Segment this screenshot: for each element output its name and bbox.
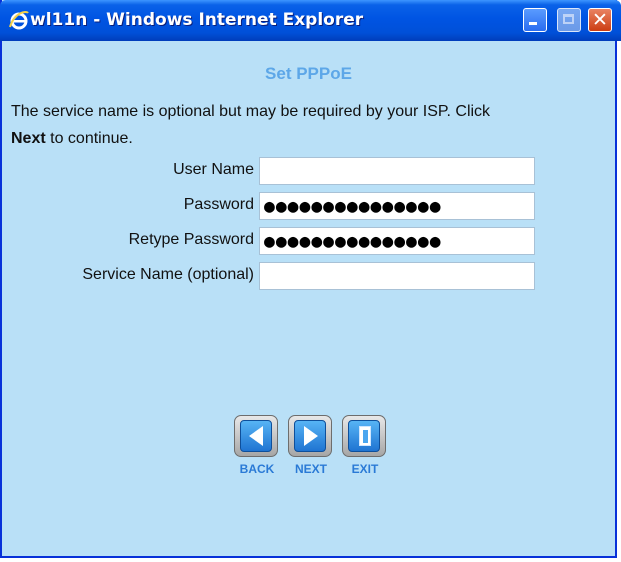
close-button[interactable]: ✕: [588, 8, 612, 32]
browser-window: wl11n - Windows Internet Explorer ✕ Set …: [0, 0, 621, 558]
next-arrow-icon: [294, 420, 326, 452]
service-name-row: Service Name (optional): [2, 262, 615, 290]
instruction-next-bold: Next: [11, 130, 46, 147]
service-name-label: Service Name (optional): [82, 266, 254, 283]
page-title: Set PPPoE: [265, 64, 352, 83]
back-label[interactable]: BACK: [227, 462, 287, 476]
user-name-input[interactable]: [259, 157, 535, 185]
instruction-text-before: The service name is optional but may be …: [11, 103, 491, 120]
wizard-navigation: BACK NEXT EXIT: [233, 415, 393, 485]
user-name-row: User Name: [2, 157, 615, 185]
back-button-face[interactable]: [234, 415, 278, 457]
password-row: Password: [2, 192, 615, 220]
ie-logo-icon: [9, 10, 29, 30]
instruction-text: The service name is optional but may be …: [11, 98, 611, 152]
minimize-icon: [529, 22, 537, 25]
retype-password-input[interactable]: [259, 227, 535, 255]
minimize-button[interactable]: [523, 8, 547, 32]
back-arrow-icon: [240, 420, 272, 452]
password-input[interactable]: [259, 192, 535, 220]
maximize-icon: [563, 14, 574, 24]
next-label[interactable]: NEXT: [281, 462, 341, 476]
user-name-label: User Name: [173, 161, 254, 178]
exit-button-face[interactable]: [342, 415, 386, 457]
title-bar[interactable]: wl11n - Windows Internet Explorer ✕: [0, 0, 621, 41]
maximize-button[interactable]: [557, 8, 581, 32]
close-icon: ✕: [592, 9, 608, 31]
service-name-input[interactable]: [259, 262, 535, 290]
password-label: Password: [183, 196, 254, 213]
next-button-face[interactable]: [288, 415, 332, 457]
exit-label[interactable]: EXIT: [335, 462, 395, 476]
retype-password-label: Retype Password: [128, 231, 254, 248]
retype-password-row: Retype Password: [2, 227, 615, 255]
window-title: wl11n - Windows Internet Explorer: [30, 10, 364, 30]
instruction-text-after: to continue.: [45, 130, 133, 147]
exit-door-icon: [348, 420, 380, 452]
page-content: Set PPPoE The service name is optional b…: [2, 41, 615, 556]
